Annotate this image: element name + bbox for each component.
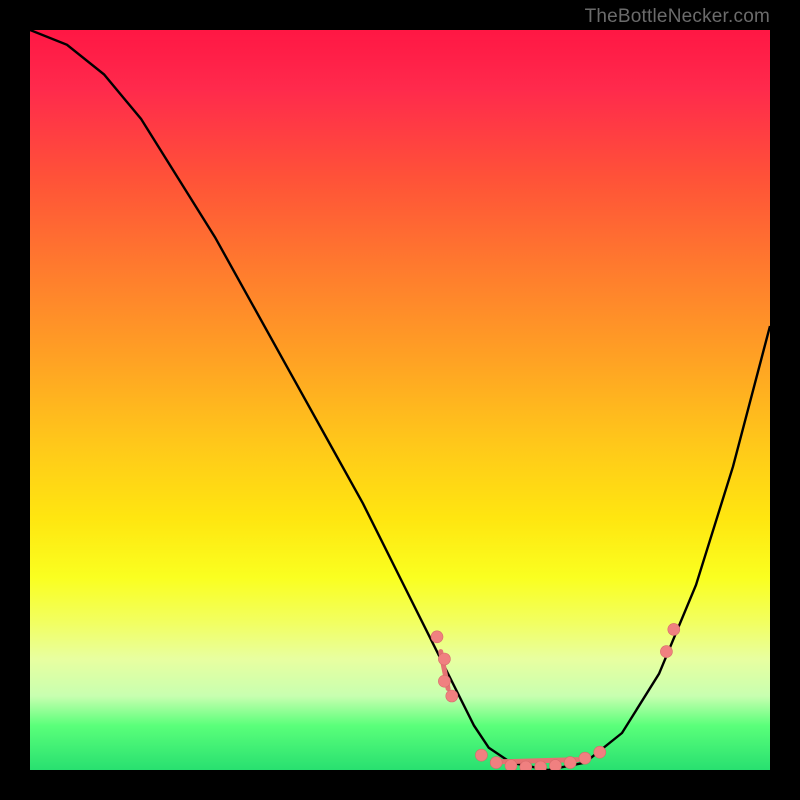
data-point <box>490 757 502 769</box>
data-point <box>475 749 487 761</box>
data-point <box>660 646 672 658</box>
chart-frame: TheBottleNecker.com <box>0 0 800 800</box>
bottleneck-curve <box>30 30 770 770</box>
marker-dashes <box>441 652 578 762</box>
data-point <box>446 690 458 702</box>
plot-area <box>30 30 770 770</box>
data-point <box>505 760 517 770</box>
watermark-text: TheBottleNecker.com <box>585 6 770 28</box>
data-point <box>535 761 547 770</box>
data-point <box>668 623 680 635</box>
data-point <box>594 746 606 758</box>
data-point <box>520 761 532 770</box>
data-point <box>564 757 576 769</box>
data-point <box>579 752 591 764</box>
marker-dots <box>431 623 680 770</box>
curve-layer <box>30 30 770 770</box>
data-point <box>549 760 561 770</box>
data-point <box>438 653 450 665</box>
data-point <box>431 631 443 643</box>
data-point <box>438 675 450 687</box>
